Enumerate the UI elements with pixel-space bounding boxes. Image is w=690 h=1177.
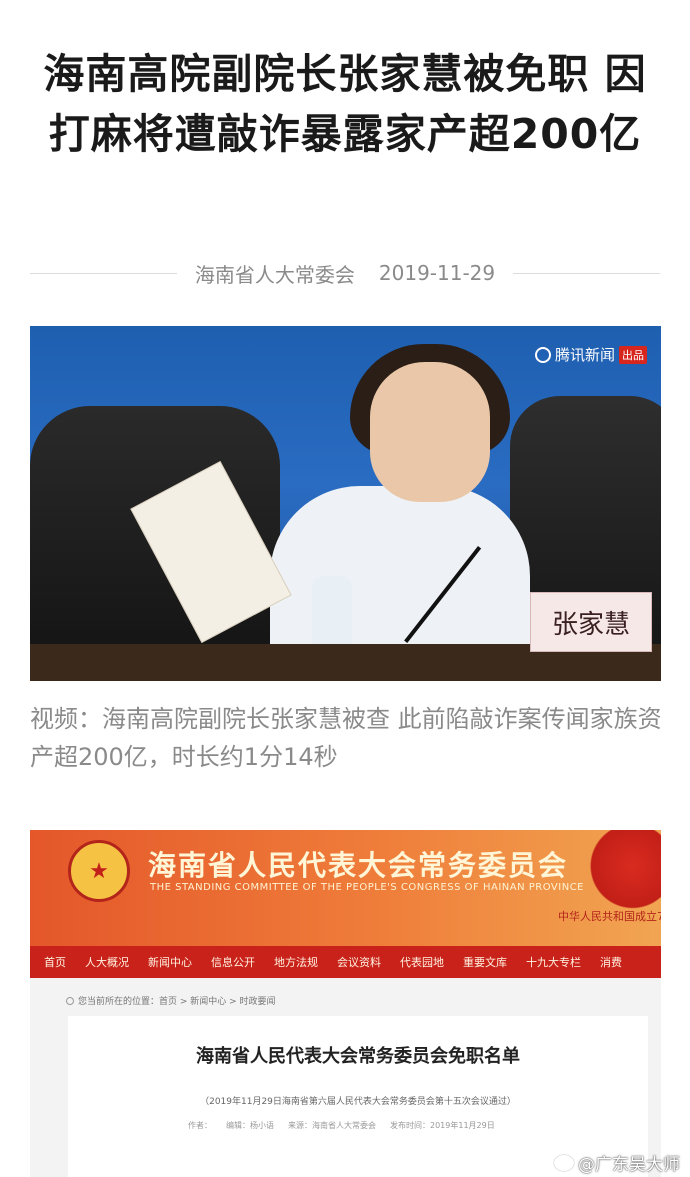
article-photo[interactable]: 张家慧 腾讯新闻 出品	[30, 326, 661, 681]
breadcrumb-text: 您当前所在的位置：首页 > 新闻中心 > 时政要闻	[78, 997, 276, 1007]
meta-divider-left	[30, 272, 177, 274]
nav-item-info: 信息公开	[211, 956, 255, 969]
anniversary-graphic	[590, 830, 661, 920]
document-title: 海南省人民代表大会常务委员会免职名单	[196, 1046, 520, 1067]
nav-item-home: 首页	[44, 956, 66, 969]
doc-author-label: 作者：	[188, 1121, 212, 1130]
photo-watermark: 腾讯新闻 出品	[534, 344, 647, 365]
article-source[interactable]: 海南省人大常委会	[195, 259, 355, 288]
doc-editor: 编辑：杨小语	[226, 1121, 274, 1130]
nav-item-library: 重要文库	[463, 956, 507, 969]
weibo-icon	[554, 1154, 574, 1171]
national-emblem-icon: ★	[68, 840, 130, 902]
article-headline: 海南高院副院长张家慧被免职 因打麻将遭敲诈暴露家产超200亿	[43, 50, 647, 158]
nav-item-19th: 十九大专栏	[526, 956, 581, 969]
doc-published: 发布时间：2019年11月29日	[390, 1121, 495, 1130]
nav-item-laws: 地方法规	[274, 956, 318, 969]
embedded-website-screenshot: ★ 海南省人民代表大会常务委员会 THE STANDING COMMITTEE …	[30, 830, 661, 1177]
weibo-watermark: @广东吴大师	[554, 1150, 680, 1175]
tencent-news-icon	[534, 346, 551, 363]
site-banner: ★ 海南省人民代表大会常务委员会 THE STANDING COMMITTEE …	[30, 830, 661, 946]
nav-item-consume: 消费	[600, 956, 622, 969]
document-meta: 作者： 编辑：杨小语 来源：海南省人大常委会 发布时间：2019年11月29日	[188, 1120, 495, 1131]
breadcrumb: 您当前所在的位置：首页 > 新闻中心 > 时政要闻	[66, 994, 276, 1007]
person-head	[370, 362, 490, 502]
watermark-badge: 出品	[619, 345, 647, 364]
site-nav: 首页 人大概况 新闻中心 信息公开 地方法规 会议资料 代表园地 重要文库 十九…	[30, 946, 661, 978]
watermark-text: 腾讯新闻	[554, 346, 615, 364]
location-pin-icon	[66, 996, 74, 1005]
article-date: 2019-11-29	[378, 261, 496, 285]
nameplate: 张家慧	[530, 592, 652, 652]
anniversary-text: 中华人民共和国成立70	[558, 910, 661, 923]
doc-source: 来源：海南省人大常委会	[288, 1121, 376, 1130]
site-title-en: THE STANDING COMMITTEE OF THE PEOPLE'S C…	[150, 882, 585, 893]
nav-item-overview: 人大概况	[85, 956, 129, 969]
meta-divider-right	[513, 272, 661, 274]
weibo-handle: @广东吴大师	[578, 1155, 680, 1175]
document-subtitle: （2019年11月29日海南省第六届人民代表大会常务委员会第十五次会议通过）	[200, 1097, 516, 1107]
site-title-cn: 海南省人民代表大会常务委员会	[148, 849, 569, 882]
photo-caption[interactable]: 视频：海南高院副院长张家慧被查 此前陷敲诈案传闻家族资产超200亿，时长约1分1…	[30, 700, 662, 776]
nav-item-meetings: 会议资料	[337, 956, 381, 969]
nav-item-news: 新闻中心	[148, 956, 192, 969]
article-meta: 海南省人大常委会 2019-11-29	[30, 256, 661, 290]
nav-item-deputies: 代表园地	[400, 956, 444, 969]
